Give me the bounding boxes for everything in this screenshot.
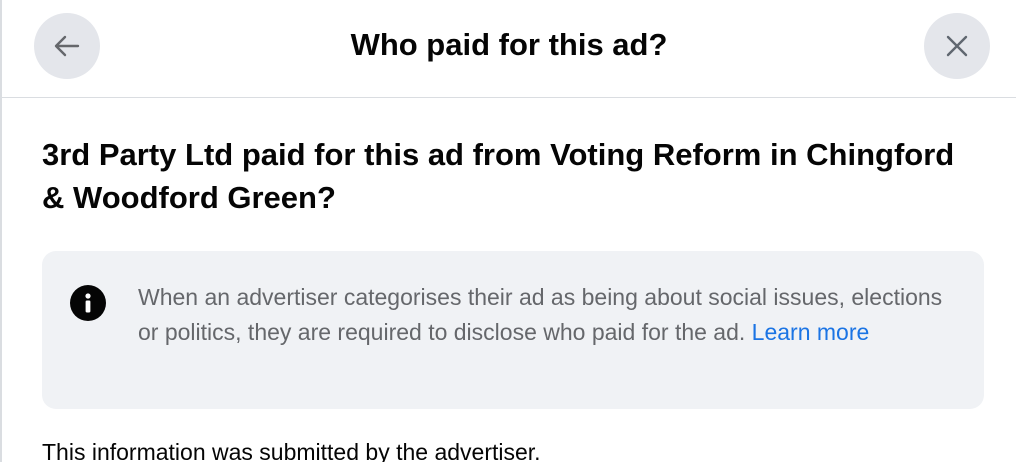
dialog-header: Who paid for this ad? <box>2 0 1016 98</box>
close-button[interactable] <box>924 13 990 79</box>
dialog-title: Who paid for this ad? <box>350 27 668 62</box>
close-icon <box>946 35 968 57</box>
ad-disclosure-dialog: Who paid for this ad? 3rd Party Ltd paid… <box>0 0 1016 462</box>
disclosure-info-text: When an advertiser categorises their ad … <box>138 280 958 350</box>
submitted-by-text: This information was submitted by the ad… <box>42 439 541 462</box>
paid-by-heading: 3rd Party Ltd paid for this ad from Voti… <box>42 137 955 215</box>
dialog-content: 3rd Party Ltd paid for this ad from Voti… <box>42 133 984 462</box>
disclosure-info-box: When an advertiser categorises their ad … <box>42 251 984 409</box>
info-glyph-icon <box>85 293 91 313</box>
learn-more-link[interactable]: Learn more <box>752 319 870 345</box>
info-icon <box>70 285 106 321</box>
